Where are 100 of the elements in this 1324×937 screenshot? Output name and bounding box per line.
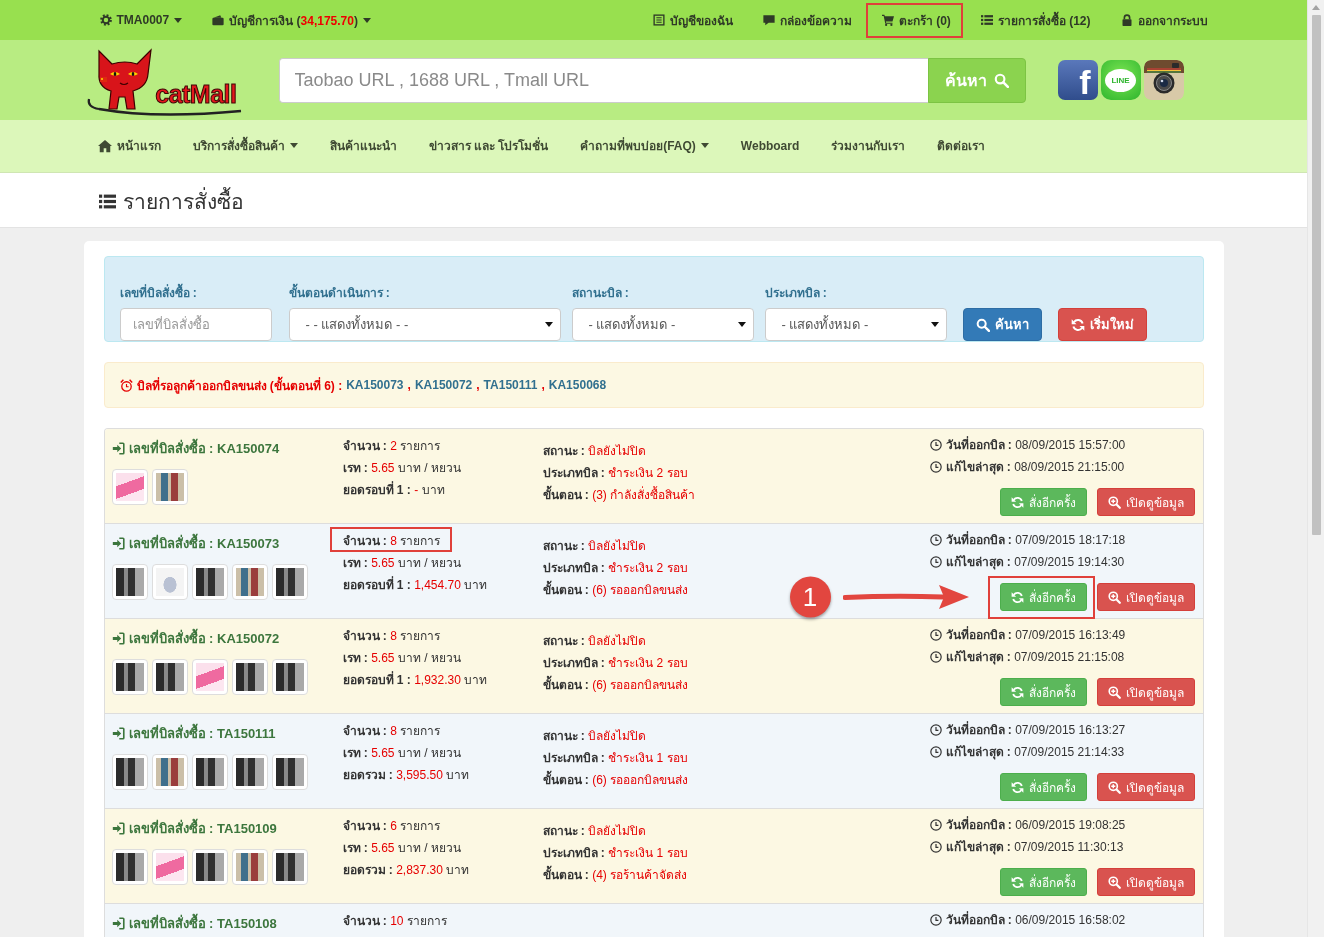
product-photo[interactable]: [191, 849, 228, 885]
product-photo[interactable]: [231, 849, 268, 885]
account-menu[interactable]: TMA0007: [99, 0, 183, 40]
social-link[interactable]: LINE: [1100, 60, 1141, 100]
caret-icon: [737, 322, 746, 327]
dropdown[interactable]: - - แสดงทั้งหมด - -: [288, 308, 561, 341]
clock-icon: [929, 534, 942, 546]
product-photo[interactable]: [231, 659, 268, 695]
product-photo[interactable]: [111, 849, 148, 885]
order-number[interactable]: เลขที่บิลสั่งซื้อ : KA150072: [128, 627, 280, 649]
view-button[interactable]: เปิดดูข้อมูล: [1096, 583, 1195, 611]
logo-text[interactable]: catMall: [155, 82, 237, 107]
order-number[interactable]: เลขที่บิลสั่งซื้อ : TA150109: [128, 817, 277, 839]
item-count: จำนวน : 6 รายการ: [342, 818, 441, 835]
field-label: ประเภทบิล :: [764, 285, 828, 301]
cart-icon: [881, 14, 894, 26]
scrollbar[interactable]: [1307, 0, 1324, 937]
search-button[interactable]: ค้นหา: [962, 308, 1042, 341]
product-photo[interactable]: [111, 754, 148, 790]
product-photo[interactable]: [151, 659, 188, 695]
social-link[interactable]: f: [1057, 60, 1098, 100]
exchange-rate: เรท : 5.65 บาท / หยวน: [342, 840, 461, 857]
product-photo[interactable]: [271, 659, 308, 695]
top-menu-link[interactable]: กล่องข้อความ: [762, 0, 852, 40]
top-menu-link[interactable]: ตะกร้า (0): [881, 0, 951, 40]
product-photo[interactable]: [191, 564, 228, 600]
order-link[interactable]: TA150111: [483, 378, 538, 392]
product-photo[interactable]: [191, 754, 228, 790]
zoom-in-icon: [1107, 780, 1121, 794]
nav-link[interactable]: ร่วมงานกับเรา: [815, 120, 922, 171]
separator-text: ,: [541, 378, 545, 392]
bill-type: ประเภทบิล : ชำระเงิน 2 รอบ: [542, 465, 688, 482]
product-photo[interactable]: [271, 849, 308, 885]
top-menu-link[interactable]: บัญชีของฉัน: [652, 0, 733, 40]
order-step: ขั้นตอน : (6) รอออกบิลขนส่ง: [542, 674, 689, 696]
product-photo[interactable]: [111, 659, 148, 695]
top-menu-link[interactable]: ออกจากระบบ: [1120, 0, 1208, 40]
list-icon: [980, 14, 993, 26]
order-number-field[interactable]: เลขที่บิลสั่งซื้อ: [119, 308, 272, 341]
nav-link[interactable]: ข่าวสาร และ โปรโมชั่น: [412, 120, 565, 171]
view-button[interactable]: เปิดดูข้อมูล: [1096, 773, 1195, 801]
exchange-rate: เรท : 5.65 บาท / หยวน: [342, 650, 461, 667]
notice-text: บิลที่รอลูกค้าออกบิลขนส่ง (ขั้นตอนที่ 6) :: [136, 375, 343, 395]
order-link[interactable]: KA150073: [346, 378, 404, 392]
order-number[interactable]: เลขที่บิลสั่งซื้อ : KA150074: [128, 437, 280, 459]
product-photo[interactable]: [151, 754, 188, 790]
zoom-in-icon: [1107, 495, 1121, 509]
caret-up-icon: [1312, 5, 1320, 10]
refresh-icon: [1010, 590, 1024, 604]
view-button[interactable]: เปิดดูข้อมูล: [1096, 678, 1195, 706]
nav-link[interactable]: หน้าแรก: [83, 120, 177, 171]
clock-icon: [929, 439, 942, 451]
last-modified: แก้ไขล่าสุด : 07/09/2015 21:14:33: [945, 744, 1125, 762]
view-button[interactable]: เปิดดูข้อมูล: [1096, 868, 1195, 896]
bill-status: สถานะ : บิลยังไม่ปิด: [542, 823, 647, 840]
nav-link[interactable]: คำถามที่พบบ่อย(FAQ): [564, 120, 725, 171]
product-photo[interactable]: [231, 754, 268, 790]
last-modified: แก้ไขล่าสุด : 07/09/2015 19:14:30: [945, 554, 1125, 572]
product-photo[interactable]: [271, 564, 308, 600]
order-number[interactable]: เลขที่บิลสั่งซื้อ : TA150111: [128, 722, 276, 744]
item-count: จำนวน : 8 รายการ: [342, 533, 441, 550]
nav-link[interactable]: บริการสั่งซื้อสินค้า: [176, 120, 314, 171]
bill-type: ประเภทบิล : ชำระเงิน 1 รอบ: [542, 750, 688, 767]
nav-link[interactable]: สินค้าแนะนำ: [313, 120, 413, 171]
refresh-icon: [1010, 780, 1024, 794]
product-photo[interactable]: [151, 469, 188, 505]
list-icon: [97, 193, 117, 210]
nav-link[interactable]: Webboard: [724, 120, 816, 171]
product-photo[interactable]: [231, 564, 268, 600]
callout-number: 1: [789, 576, 831, 618]
order-link[interactable]: KA150072: [414, 378, 473, 392]
sign-in-icon: [111, 916, 125, 930]
wallet-menu[interactable]: บัญชีการเงิน (34,175.70): [212, 0, 371, 40]
sign-in-icon: [111, 821, 125, 835]
wallet-icon: [212, 14, 225, 26]
exchange-rate: เรท : 5.65 บาท / หยวน: [342, 555, 461, 572]
reset-button[interactable]: เริ่มใหม่: [1057, 308, 1147, 341]
order-total: ยอดรอบที่ 1 : 1,932.30 บาท: [342, 670, 488, 689]
order-number[interactable]: เลขที่บิลสั่งซื้อ : TA150108: [128, 912, 277, 934]
camera-icon[interactable]: [1143, 60, 1184, 100]
view-button[interactable]: เปิดดูข้อมูล: [1096, 488, 1195, 516]
item-count: จำนวน : 8 รายการ: [342, 723, 441, 740]
order-step: ขั้นตอน : (6) รอออกบิลขนส่ง: [542, 769, 689, 791]
scrollbar-thumb[interactable]: [1311, 15, 1321, 535]
search-field[interactable]: Taobao URL , 1688 URL , Tmall URL: [278, 57, 928, 103]
bill-status: สถานะ : บิลยังไม่ปิด: [542, 443, 647, 460]
order-number[interactable]: เลขที่บิลสั่งซื้อ : KA150073: [128, 532, 280, 554]
order-link[interactable]: KA150068: [548, 378, 607, 392]
issue-date: วันที่ออกบิล : 06/09/2015 16:58:02: [945, 910, 1126, 929]
top-menu-link[interactable]: รายการสั่งซื้อ (12): [980, 0, 1091, 40]
dropdown[interactable]: - แสดงทั้งหมด -: [764, 308, 947, 341]
product-photo[interactable]: [271, 754, 308, 790]
refresh-icon: [1010, 495, 1024, 509]
product-photo[interactable]: [111, 564, 148, 600]
zoom-in-icon: [1107, 590, 1121, 604]
clock-icon: [929, 841, 942, 853]
dropdown[interactable]: - แสดงทั้งหมด -: [571, 308, 754, 341]
lock-icon: [1120, 14, 1133, 26]
exchange-rate: เรท : 5.65 บาท / หยวน: [342, 745, 461, 762]
nav-link[interactable]: ติดต่อเรา: [921, 120, 1002, 171]
